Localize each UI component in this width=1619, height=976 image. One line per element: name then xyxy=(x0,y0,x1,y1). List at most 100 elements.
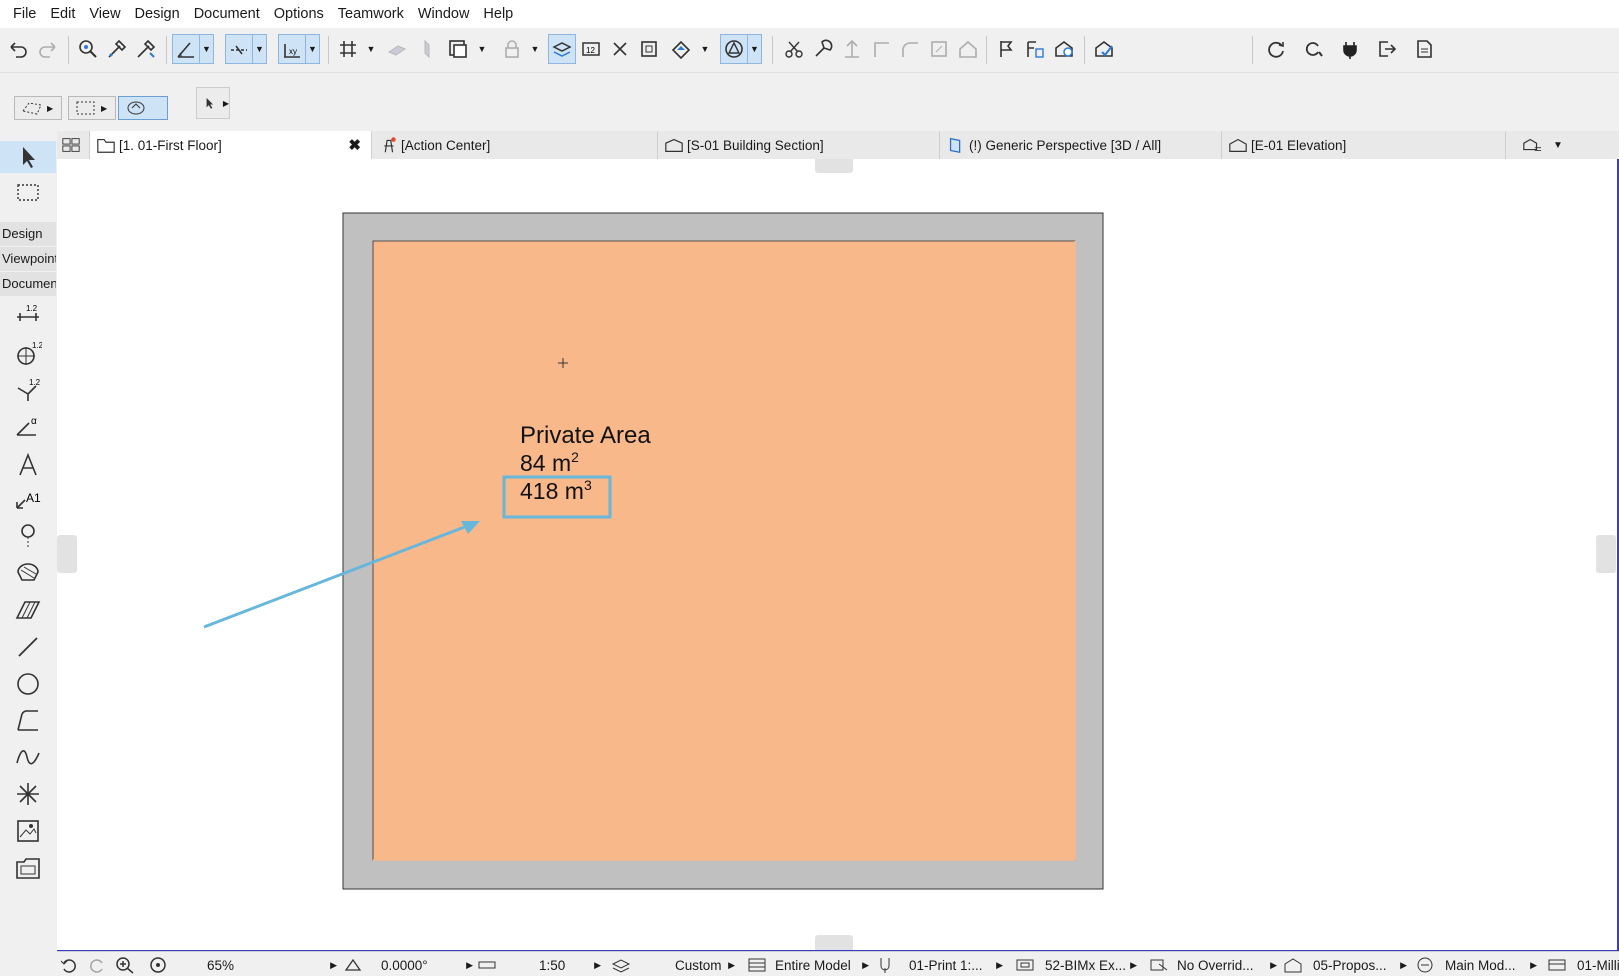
snap-points-icon[interactable]: xy xyxy=(278,34,306,64)
zoom-in-icon[interactable] xyxy=(115,954,139,976)
lock-dropdown[interactable]: ▼ xyxy=(528,34,542,64)
undo-view-icon[interactable] xyxy=(59,954,83,976)
model-view-selector[interactable]: Entire Model ▶ xyxy=(747,954,869,976)
marquee-tool-icon[interactable] xyxy=(8,176,48,208)
pick-up-parameters-icon[interactable] xyxy=(103,34,131,64)
menu-design[interactable]: Design xyxy=(128,0,187,28)
trace-icon[interactable] xyxy=(606,34,634,64)
list-properties-icon[interactable] xyxy=(1021,34,1049,64)
snap-guides-dropdown[interactable]: ▼ xyxy=(253,34,267,64)
dimension-style-selector[interactable]: 52-BIMx Ex... ▶ xyxy=(1015,954,1137,976)
tab-action-center[interactable]: [Action Center] xyxy=(372,131,658,159)
tab-building-section[interactable]: [S-01 Building Section] xyxy=(658,131,940,159)
graphic-override-icon[interactable] xyxy=(667,34,695,64)
menu-edit[interactable]: Edit xyxy=(43,0,82,28)
model-check-icon[interactable] xyxy=(1050,34,1078,64)
menu-file[interactable]: File xyxy=(6,0,43,28)
send-receive-icon[interactable] xyxy=(1262,34,1290,64)
element-grouping-icon[interactable] xyxy=(635,34,663,64)
spline-tool-icon[interactable] xyxy=(8,741,48,773)
tab-list-menu[interactable]: ▼ xyxy=(1506,131,1619,159)
view-mode-icon[interactable] xyxy=(720,34,748,64)
rotation-angle[interactable]: 0.0000° ▶ xyxy=(343,954,473,976)
grid-snap-dropdown[interactable]: ▼ xyxy=(364,34,378,64)
model-view-option-selector[interactable]: Main Mod... ▶ xyxy=(1415,954,1537,976)
dimension-units-selector[interactable]: 01-Millime... xyxy=(1547,954,1619,976)
hotspot-tool-icon[interactable] xyxy=(8,778,48,810)
renovation-icon[interactable]: 12 xyxy=(577,34,605,64)
zone-area[interactable]: 84 m2 xyxy=(520,449,579,476)
find-select-icon[interactable] xyxy=(74,34,102,64)
undo-icon[interactable] xyxy=(4,34,32,64)
trim-to-roof-icon[interactable] xyxy=(954,34,982,64)
parallel-icon[interactable] xyxy=(383,34,411,64)
snap-points-dropdown[interactable]: ▼ xyxy=(306,34,320,64)
tab-elevation[interactable]: [E-01 Elevation] xyxy=(1222,131,1506,159)
angle-dimension-tool-icon[interactable]: α xyxy=(8,411,48,443)
drawing-tool-icon[interactable] xyxy=(8,852,48,884)
toolbox-category-viewpoints[interactable]: Viewpoints xyxy=(0,247,56,271)
fit-in-window-icon[interactable] xyxy=(149,954,173,976)
renovation-filter-selector[interactable]: 05-Propos... ▶ xyxy=(1283,954,1407,976)
offset-icon[interactable] xyxy=(925,34,953,64)
intersect-icon[interactable] xyxy=(867,34,895,64)
guide-lines-icon[interactable] xyxy=(172,34,200,64)
circle-tool-icon[interactable] xyxy=(8,668,48,700)
menu-help[interactable]: Help xyxy=(476,0,520,28)
perpendicular-icon[interactable] xyxy=(412,34,440,64)
menu-view[interactable]: View xyxy=(82,0,127,28)
zoom-level[interactable]: 65% ▶ xyxy=(177,954,337,976)
menu-window[interactable]: Window xyxy=(411,0,477,28)
radial-dimension-tool-icon[interactable]: 1.2 xyxy=(8,338,48,370)
view-mode-dropdown[interactable]: ▼ xyxy=(748,34,762,64)
figure-tool-icon[interactable] xyxy=(8,815,48,847)
leave-project-icon[interactable] xyxy=(1373,34,1401,64)
tab-generic-perspective[interactable]: (!) Generic Perspective [3D / All] xyxy=(940,131,1222,159)
scale-selector[interactable]: 1:50 ▶ xyxy=(477,954,601,976)
split-icon[interactable] xyxy=(780,34,808,64)
flag-icon[interactable] xyxy=(992,34,1020,64)
publish-icon[interactable] xyxy=(1090,34,1118,64)
marquee-rotate-button[interactable] xyxy=(118,96,168,120)
graphic-override-dropdown[interactable]: ▼ xyxy=(698,34,712,64)
marquee-polygon-button[interactable]: ▶ xyxy=(14,96,62,120)
layers-icon[interactable] xyxy=(548,34,576,64)
zone-volume[interactable]: 418 m3 xyxy=(520,477,592,504)
dimension-tool-icon[interactable]: 1.2 xyxy=(8,300,48,332)
redo-view-icon[interactable] xyxy=(87,954,111,976)
fill-tool-icon[interactable] xyxy=(8,556,48,588)
menu-document[interactable]: Document xyxy=(187,0,267,28)
level-dimension-tool-icon[interactable]: 1.2 xyxy=(8,374,48,406)
fillet-icon[interactable] xyxy=(896,34,924,64)
zone-fill[interactable] xyxy=(372,240,1076,861)
toolbox-category-design[interactable]: Design xyxy=(0,222,56,246)
guide-lines-dropdown[interactable]: ▼ xyxy=(200,34,214,64)
suspend-groups-dropdown[interactable]: ▼ xyxy=(475,34,489,64)
zone-stamp-tool-icon[interactable] xyxy=(8,519,48,551)
tab-first-floor[interactable]: [1. 01-First Floor] ✖ xyxy=(90,131,372,159)
inject-parameters-icon[interactable] xyxy=(132,34,160,64)
pen-set-selector[interactable]: 01-Print 1:... ▶ xyxy=(875,954,1003,976)
layer-combination-selector[interactable]: Custom ▶ xyxy=(611,954,735,976)
lock-icon[interactable] xyxy=(498,34,526,64)
text-tool-icon[interactable] xyxy=(8,449,48,481)
menu-teamwork[interactable]: Teamwork xyxy=(331,0,411,28)
floor-plan-canvas[interactable]: Private Area 84 m2 418 m3 xyxy=(57,159,1619,951)
selection-arrow-button[interactable]: ▶ xyxy=(196,87,230,119)
grid-snap-icon[interactable] xyxy=(334,34,362,64)
elevate-icon[interactable] xyxy=(838,34,866,64)
tab-overview-button[interactable] xyxy=(57,131,90,159)
menu-options[interactable]: Options xyxy=(267,0,331,28)
label-tool-icon[interactable]: A1 xyxy=(8,484,48,516)
report-icon[interactable] xyxy=(1410,34,1438,64)
marquee-rect-button[interactable]: ▶ xyxy=(68,96,116,120)
toolbox-category-document[interactable]: Document xyxy=(0,272,56,296)
line-tool-icon[interactable] xyxy=(8,631,48,663)
zone-name[interactable]: Private Area xyxy=(520,422,651,449)
connect-plug-icon[interactable] xyxy=(1336,34,1364,64)
arrow-tool-icon[interactable] xyxy=(0,141,56,173)
adjust-icon[interactable] xyxy=(809,34,837,64)
close-tab-icon[interactable]: ✖ xyxy=(348,136,361,154)
suspend-groups-icon[interactable] xyxy=(444,34,472,64)
redo-icon[interactable] xyxy=(34,34,62,64)
